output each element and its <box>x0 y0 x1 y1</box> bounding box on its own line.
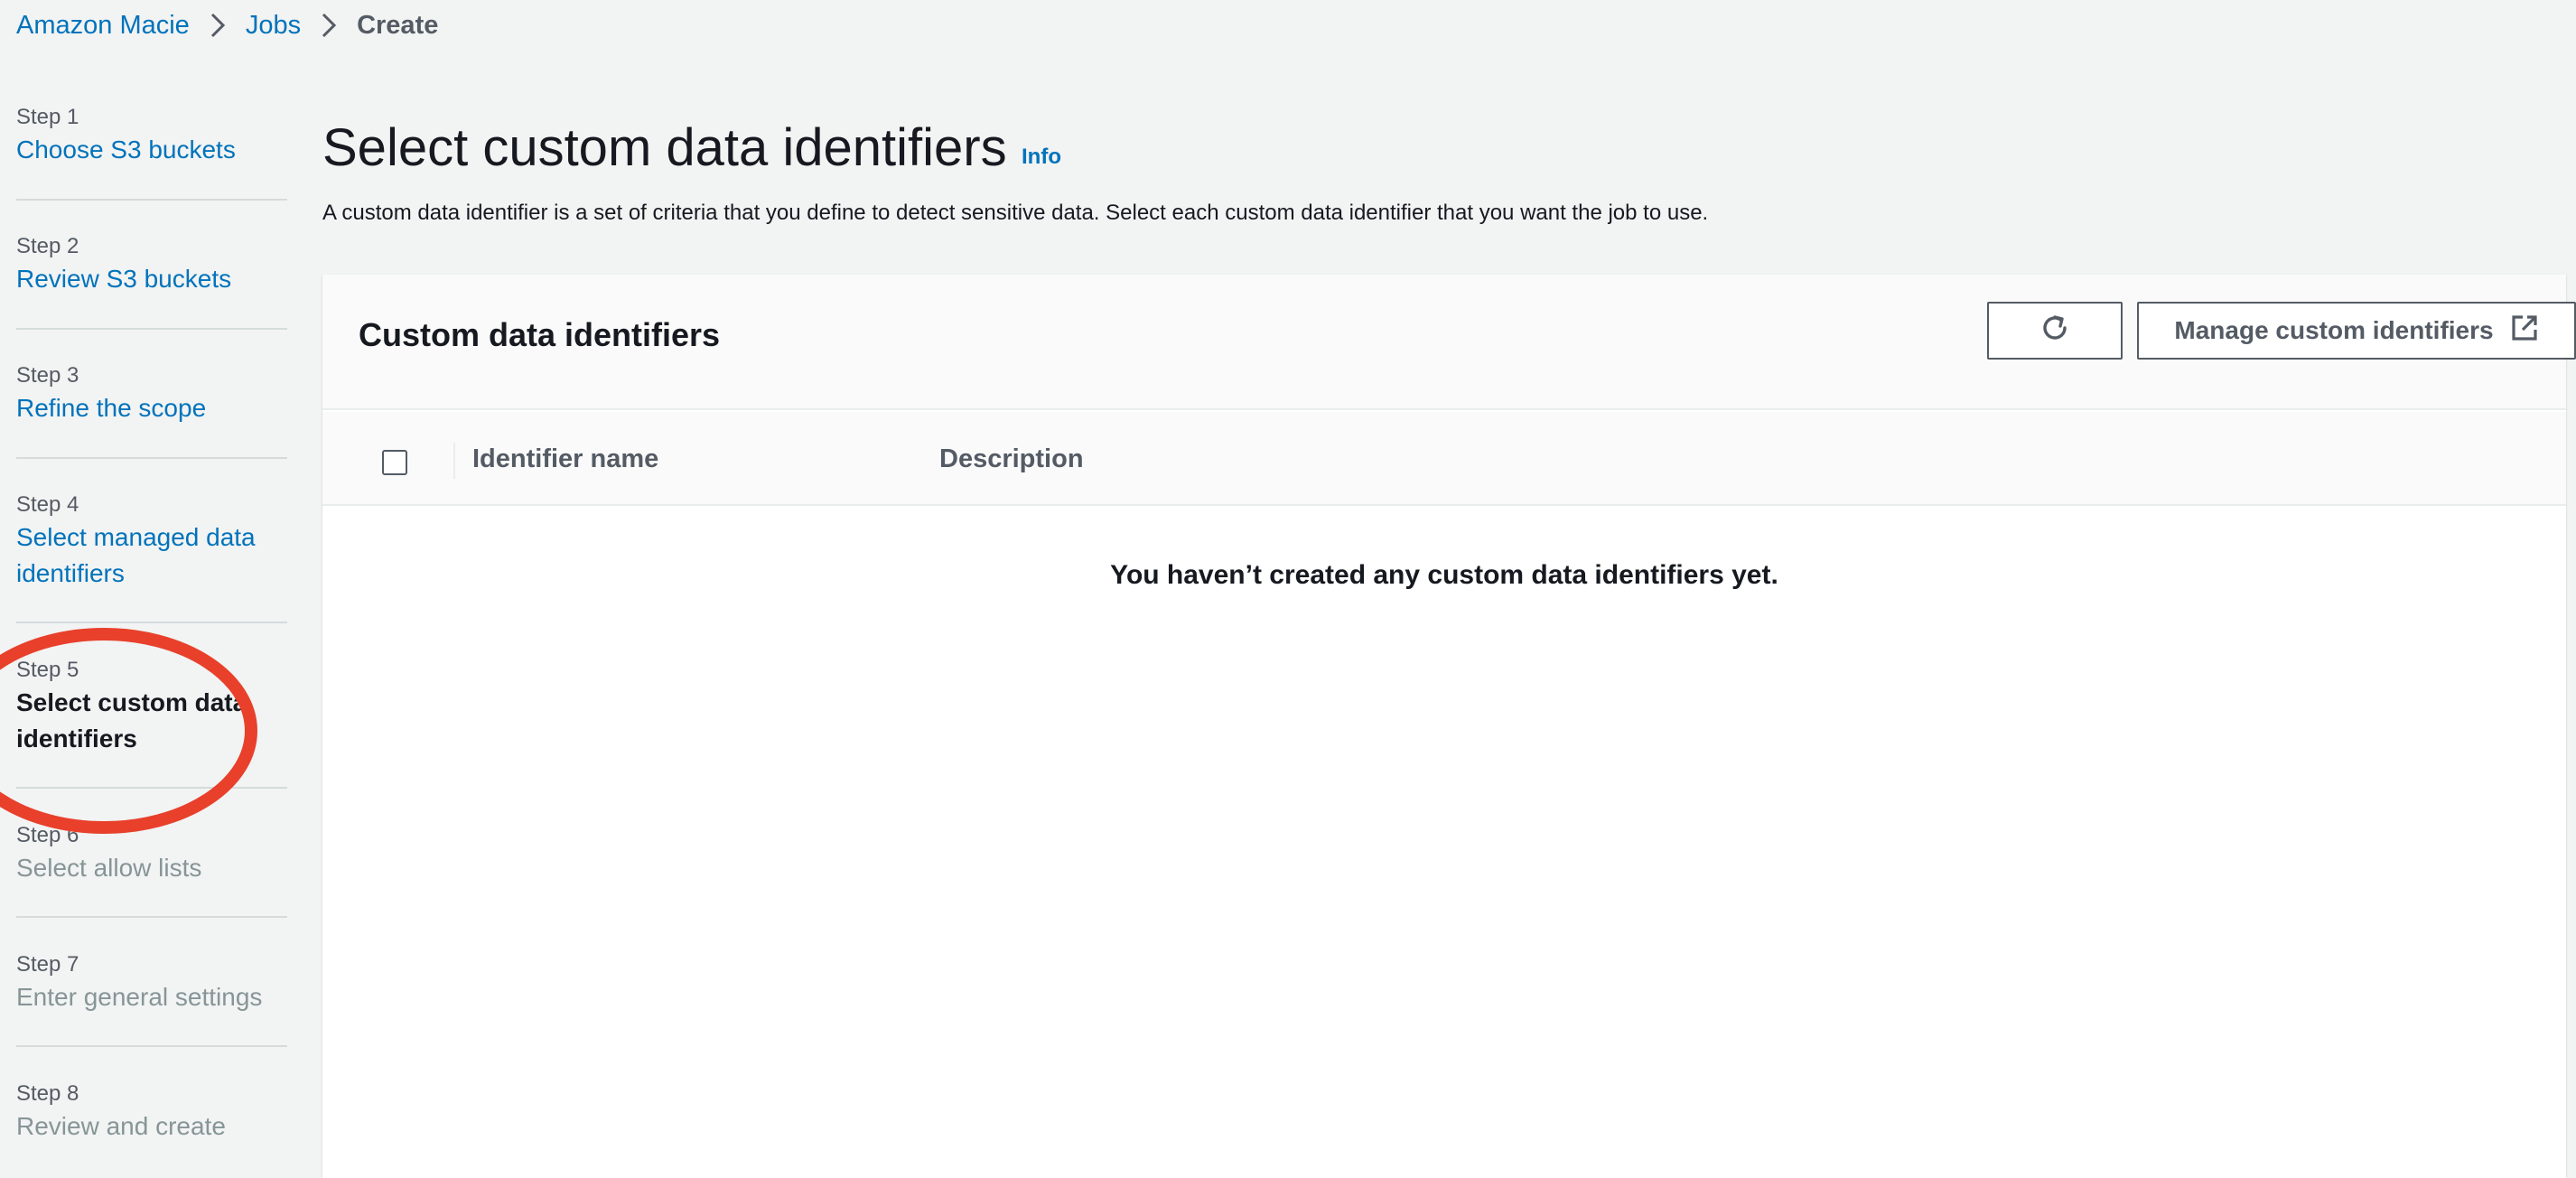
step-number: Step 1 <box>16 105 79 129</box>
step-4: Step 4 Select managed data identifiers <box>16 491 287 592</box>
column-divider <box>453 443 455 479</box>
step-number: Step 7 <box>16 952 79 977</box>
select-all-checkbox[interactable] <box>382 450 407 475</box>
step-number: Step 6 <box>16 823 79 847</box>
manage-custom-identifiers-button[interactable]: Manage custom identifiers <box>2137 302 2576 360</box>
step-8: Step 8 Review and create <box>16 1080 287 1145</box>
step-current-custom-data-identifiers: Select custom data identifiers <box>16 685 287 757</box>
step-link-managed-data-identifiers[interactable]: Select managed data identifiers <box>16 519 287 592</box>
step-3: Step 3 Refine the scope <box>16 361 287 426</box>
step-divider <box>16 199 287 201</box>
step-5: Step 5 Select custom data identifiers <box>16 656 287 757</box>
step-number: Step 2 <box>16 234 79 258</box>
refresh-button[interactable] <box>1987 302 2123 360</box>
step-divider <box>16 916 287 918</box>
external-link-icon <box>2510 313 2539 349</box>
step-number: Step 8 <box>16 1081 79 1106</box>
step-number: Step 5 <box>16 658 79 682</box>
breadcrumb-amazon-macie[interactable]: Amazon Macie <box>16 11 190 41</box>
table-header: Identifier name Description <box>322 412 2566 506</box>
panel-title: Custom data identifiers <box>359 316 721 353</box>
chevron-right-icon <box>190 7 246 43</box>
panel-header: Custom data identifiers Manage custom id… <box>322 275 2576 410</box>
step-6: Step 6 Select allow lists <box>16 821 287 886</box>
column-header-description[interactable]: Description <box>939 441 1084 477</box>
step-divider <box>16 328 287 330</box>
page-description: A custom data identifier is a set of cri… <box>322 201 1709 225</box>
breadcrumb-jobs[interactable]: Jobs <box>246 11 301 41</box>
breadcrumb: Amazon Macie Jobs Create <box>16 7 438 43</box>
column-header-identifier-name[interactable]: Identifier name <box>472 441 658 477</box>
step-7: Step 7 Enter general settings <box>16 950 287 1015</box>
step-disabled-review-create: Review and create <box>16 1112 226 1140</box>
empty-state-message: You haven’t created any custom data iden… <box>1110 560 1778 590</box>
step-divider <box>16 622 287 623</box>
breadcrumb-create: Create <box>357 10 439 40</box>
step-number: Step 3 <box>16 363 79 388</box>
step-divider <box>16 457 287 459</box>
step-link-choose-s3-buckets[interactable]: Choose S3 buckets <box>16 132 287 168</box>
step-disabled-allow-lists: Select allow lists <box>16 854 202 882</box>
custom-identifiers-panel: Custom data identifiers Manage custom id… <box>322 275 2576 1178</box>
step-disabled-general-settings: Enter general settings <box>16 983 263 1011</box>
step-divider <box>16 1045 287 1047</box>
step-divider <box>16 787 287 789</box>
step-1: Step 1 Choose S3 buckets <box>16 103 287 168</box>
page-title: Select custom data identifiers <box>322 118 1007 177</box>
step-title-line: Select managed data <box>16 523 256 551</box>
step-title-line: identifiers <box>16 725 137 753</box>
step-title-line: identifiers <box>16 559 125 587</box>
step-link-refine-scope[interactable]: Refine the scope <box>16 390 287 426</box>
info-link[interactable]: Info <box>1022 145 1061 170</box>
step-number: Step 4 <box>16 492 79 517</box>
manage-button-label: Manage custom identifiers <box>2174 316 2494 344</box>
step-link-review-s3-buckets[interactable]: Review S3 buckets <box>16 261 287 297</box>
step-title-line: Select custom data <box>16 688 247 716</box>
step-2: Step 2 Review S3 buckets <box>16 232 287 297</box>
refresh-icon <box>2038 311 2072 351</box>
chevron-right-icon <box>301 7 357 43</box>
